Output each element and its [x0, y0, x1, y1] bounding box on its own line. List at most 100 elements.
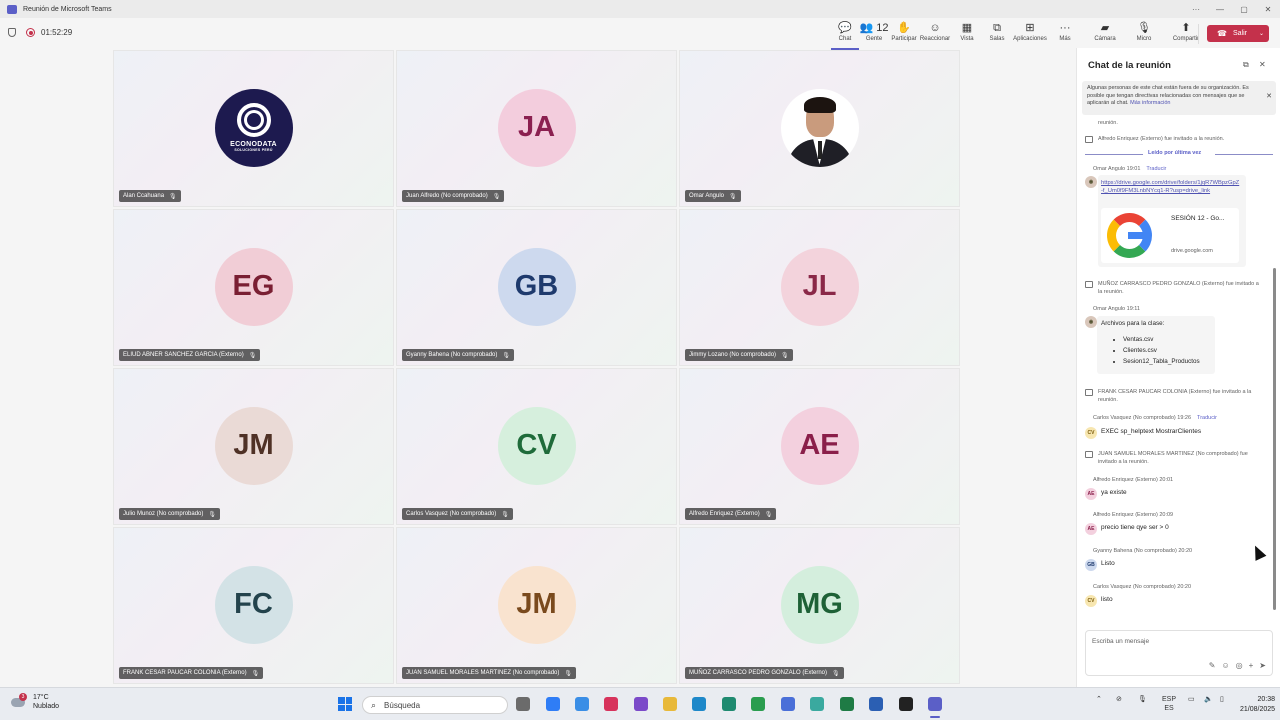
toolbar-mic-off-button[interactable]: 🎙 Micro — [1127, 21, 1161, 42]
toolbar-react-button[interactable]: ☺ Reaccionar — [918, 21, 952, 42]
link-preview-card[interactable]: SESIÓN 12 - Go... drive.google.com — [1101, 208, 1239, 263]
file-item: Ventas.csv — [1123, 334, 1211, 345]
avatar[interactable]: GB — [1085, 559, 1097, 571]
notepad-icon[interactable] — [722, 697, 736, 711]
participant-tile[interactable]: Omar Angulo 🎙 — [679, 50, 960, 207]
text-editor-icon[interactable] — [575, 697, 589, 711]
avatar[interactable]: ◉ — [1085, 176, 1097, 188]
display-icon[interactable]: ▭ — [1188, 695, 1195, 703]
app-icon[interactable] — [899, 697, 913, 711]
participant-tile[interactable]: JM JUAN SAMUEL MORALES MARTINEZ (No compr… — [396, 527, 677, 684]
battery-icon[interactable]: ▯ — [1220, 695, 1224, 703]
copilot-icon[interactable] — [546, 697, 560, 711]
participant-tile[interactable]: JL Jimmy Lozano (No comprobado) 🎙 — [679, 209, 960, 366]
mic-muted-icon: 🎙 — [492, 193, 501, 200]
avatar[interactable]: AE — [1085, 488, 1097, 500]
participant-tile[interactable]: ECONODATA SOLUCIONES PERÚ Alan Ccahuana 🎙 — [113, 50, 394, 207]
participant-tile[interactable]: FC FRANK CESAR PAUCAR COLONIA (Externo) 🎙 — [113, 527, 394, 684]
folder-icon[interactable] — [663, 697, 677, 711]
chevron-up-icon[interactable]: ⌃ — [1096, 695, 1102, 703]
avatar[interactable]: CV — [1085, 427, 1097, 439]
message-text: EXEC sp_helptext MostrarClientes — [1101, 428, 1202, 435]
language-indicator[interactable]: ESP ES — [1162, 695, 1176, 713]
weather-widget[interactable]: 3 17°C Nublado — [10, 693, 59, 711]
participant-tile[interactable]: EG ELIUD ABNER SANCHEZ GARCIA (Externo) 🎙 — [113, 209, 394, 366]
participant-tile[interactable]: GB Gyanny Bahena (No comprobado) 🎙 — [396, 209, 677, 366]
search-placeholder: Búsqueda — [384, 700, 421, 710]
recording-icon — [26, 28, 35, 37]
volume-icon[interactable]: 🔈 — [1204, 695, 1213, 703]
title-bar: Reunión de Microsoft Teams ··· — ▢ ✕ — [0, 0, 1280, 18]
toolbar-camera-off-button[interactable]: ▰ Cámara — [1088, 21, 1122, 42]
toolbar-rooms-button[interactable]: ⧉ Salas — [980, 21, 1014, 42]
format-icon[interactable]: ✎ — [1209, 661, 1216, 670]
notification-badge: 3 — [19, 693, 27, 701]
participant-tile[interactable]: CV Carlos Vasquez (No comprobado) 🎙 — [396, 368, 677, 525]
message-text: listo — [1101, 596, 1113, 603]
minimize-button[interactable]: — — [1208, 0, 1232, 18]
toolbar-raise-hand-button[interactable]: ✋ Participar — [887, 21, 921, 42]
file-explorer-icon[interactable] — [516, 697, 530, 711]
network-off-icon[interactable]: ⊘ — [1116, 695, 1122, 703]
participant-avatar: JL — [780, 247, 859, 326]
toolbar-apps-button[interactable]: ⊞ Aplicaciones — [1013, 21, 1047, 42]
google-logo-icon — [1107, 213, 1152, 258]
avatar[interactable]: CV — [1085, 595, 1097, 607]
participant-tile[interactable]: MG MUÑOZ CARRASCO PEDRO GONZALO (Externo)… — [679, 527, 960, 684]
chevron-down-icon[interactable]: ⌄ — [1259, 30, 1264, 37]
message-link[interactable]: https://drive.google.com/drive/folders/1… — [1101, 179, 1241, 195]
close-window-button[interactable]: ✕ — [1256, 0, 1280, 18]
edge-icon[interactable] — [692, 697, 706, 711]
participant-tile[interactable]: AE Alfredo Enriquez (Externo) 🎙 — [679, 368, 960, 525]
participant-avatar: JM — [214, 406, 293, 485]
attach-icon[interactable]: + — [1249, 661, 1254, 670]
avatar[interactable]: ◉ — [1085, 316, 1097, 328]
toolbar-label: Gente — [865, 36, 883, 42]
toolbar-view-button[interactable]: ▦ Vista — [950, 21, 984, 42]
maximize-button[interactable]: ▢ — [1232, 0, 1256, 18]
message-compose-box[interactable]: Escriba un mensaje ✎ ☺ ◎ + ➤ — [1085, 630, 1273, 676]
meeting-invite-icon — [1085, 389, 1093, 396]
learn-more-link[interactable]: Más información — [1130, 100, 1170, 106]
participant-tile[interactable]: JM Julio Munoz (No comprobado) 🎙 — [113, 368, 394, 525]
close-chat-icon[interactable]: ✕ — [1259, 60, 1266, 69]
chat-scrollbar[interactable] — [1273, 268, 1276, 610]
toolbar-more-button[interactable]: ··· Más — [1048, 21, 1082, 42]
message-meta: Alfredo Enriquez (Externo) 20:09 — [1093, 512, 1174, 518]
system-event: reunión. — [1098, 120, 1118, 126]
mic-muted-icon: 🎙 — [501, 511, 509, 518]
pop-out-icon[interactable]: ⧉ — [1243, 60, 1249, 70]
chrome-icon[interactable] — [751, 697, 765, 711]
translate-link[interactable]: Traducir — [1197, 415, 1217, 421]
participant-name: Omar Angulo 🎙 — [685, 190, 741, 202]
start-button[interactable] — [338, 697, 352, 711]
send-icon[interactable]: ➤ — [1259, 661, 1266, 670]
participant-name: MUÑOZ CARRASCO PEDRO GONZALO (Externo) 🎙 — [685, 667, 844, 679]
teams-logo-icon — [7, 4, 17, 14]
chrome-profile-2-icon[interactable] — [810, 697, 824, 711]
meeting-invite-icon — [1085, 136, 1093, 143]
leave-button[interactable]: ☎ Salir ⌄ — [1207, 25, 1269, 42]
dismiss-banner-icon[interactable]: ✕ — [1266, 93, 1272, 101]
toolbar-label: Salas — [989, 36, 1005, 42]
participant-logo: ECONODATA SOLUCIONES PERÚ — [214, 88, 293, 167]
chrome-profile-icon[interactable] — [781, 697, 795, 711]
word-icon[interactable] — [869, 697, 883, 711]
toolbar-people-button[interactable]: 👥 12 Gente — [857, 21, 891, 42]
translate-link[interactable]: Traducir — [1146, 166, 1166, 172]
visual-studio-icon[interactable] — [634, 697, 648, 711]
participant-tile[interactable]: JA Juan Alfredo (No comprobado) 🎙 — [396, 50, 677, 207]
system-clock[interactable]: 20:38 21/08/2025 — [1240, 695, 1275, 715]
excel-icon[interactable] — [840, 697, 854, 711]
avatar[interactable]: AE — [1085, 523, 1097, 535]
teams-icon[interactable] — [928, 697, 942, 718]
toolbar-label: Participar — [891, 36, 917, 42]
meeting-invite-icon — [1085, 451, 1093, 458]
taskbar-search[interactable]: ⌕ Búsqueda — [362, 696, 508, 714]
more-options-button[interactable]: ··· — [1184, 0, 1208, 18]
mic-muted-icon[interactable]: 🎙 — [1138, 695, 1147, 703]
sticker-icon[interactable]: ◎ — [1236, 661, 1243, 670]
emoji-icon[interactable]: ☺ — [1221, 661, 1229, 670]
mic-muted-icon: 🎙 — [729, 193, 737, 200]
snipping-icon[interactable] — [604, 697, 618, 711]
